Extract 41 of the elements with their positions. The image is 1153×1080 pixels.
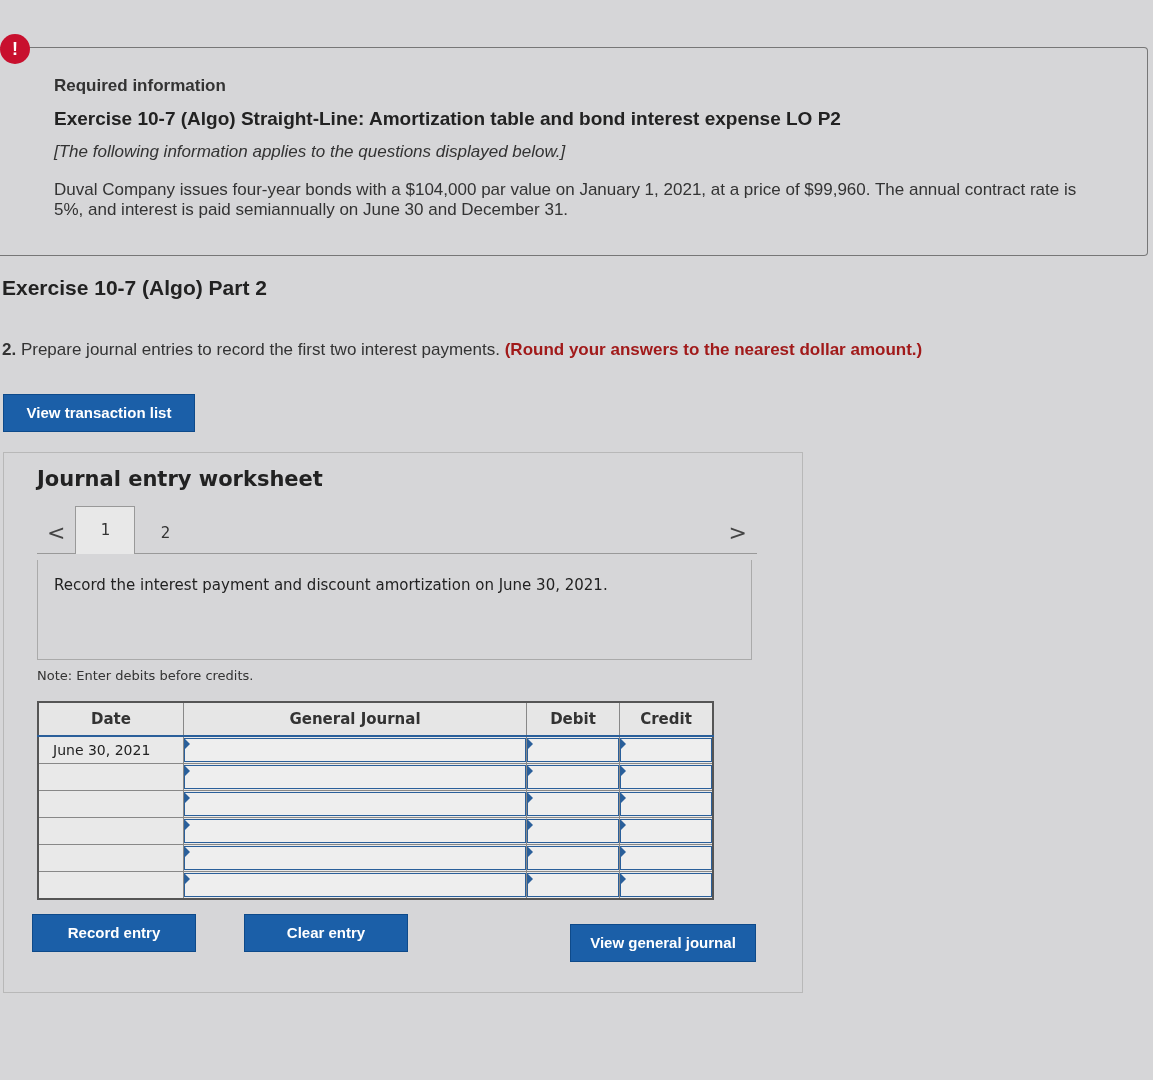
view-transaction-list-button[interactable]: View transaction list bbox=[3, 393, 195, 432]
input-field[interactable] bbox=[184, 818, 526, 843]
entry-tab[interactable]: 1 bbox=[75, 505, 136, 554]
problem-text: Duval Company issues four-year bonds with a $104,000 par value on January 1, 2021, at a price of $99,960. The annual contract rate is 5%, and interest is paid semiannually on June 30 and December 31. bbox=[54, 180, 1078, 221]
column-header: Date bbox=[38, 701, 184, 736]
previous-button[interactable]: < bbox=[37, 512, 76, 553]
exercise-title: Exercise 10-7 (Algo) Straight-Line: Amortization table and bond interest expense LO P2 bbox=[54, 108, 842, 130]
instruction-text: Record the interest payment and discount amortization on June 30, 2021. bbox=[37, 559, 752, 660]
input-field[interactable] bbox=[184, 872, 526, 897]
input-field[interactable] bbox=[527, 737, 619, 762]
note-text: Note: Enter debits before credits. bbox=[37, 667, 255, 683]
input-field[interactable] bbox=[184, 737, 526, 762]
view-general-journal-button[interactable]: View general journal bbox=[570, 923, 756, 962]
question-text: 2. Prepare journal entries to record the first two interest payments. (Round your answers to the nearest dollar amount.) bbox=[2, 339, 924, 360]
input-field[interactable] bbox=[620, 818, 712, 843]
part-title: Exercise 10-7 (Algo) Part 2 bbox=[2, 275, 268, 300]
input-field[interactable] bbox=[184, 791, 526, 816]
column-header: General Journal bbox=[183, 701, 527, 736]
info-note: [The following information applies to the questions displayed below.] bbox=[54, 142, 567, 162]
input-field[interactable] bbox=[527, 872, 619, 897]
input-field[interactable] bbox=[620, 764, 712, 789]
input-field[interactable] bbox=[620, 791, 712, 816]
input-field[interactable] bbox=[527, 791, 619, 816]
alert-icon: ! bbox=[0, 34, 30, 64]
input-field[interactable] bbox=[527, 764, 619, 789]
input-field[interactable] bbox=[620, 737, 712, 762]
entry-tab[interactable]: 2 bbox=[135, 512, 196, 553]
input-field[interactable] bbox=[527, 818, 619, 843]
next-button[interactable]: > bbox=[718, 512, 757, 553]
column-header: Debit bbox=[526, 701, 620, 736]
worksheet-title: Journal entry worksheet bbox=[37, 466, 324, 491]
record-entry-button[interactable]: Record entry bbox=[32, 913, 196, 952]
info-heading: Required information bbox=[54, 76, 227, 96]
input-field[interactable] bbox=[527, 845, 619, 870]
date-cell: June 30, 2021 bbox=[38, 735, 184, 764]
input-field[interactable] bbox=[184, 845, 526, 870]
clear-entry-button[interactable]: Clear entry bbox=[244, 913, 408, 952]
input-field[interactable] bbox=[620, 845, 712, 870]
input-field[interactable] bbox=[620, 872, 712, 897]
column-header: Credit bbox=[619, 701, 713, 736]
input-field[interactable] bbox=[184, 764, 526, 789]
